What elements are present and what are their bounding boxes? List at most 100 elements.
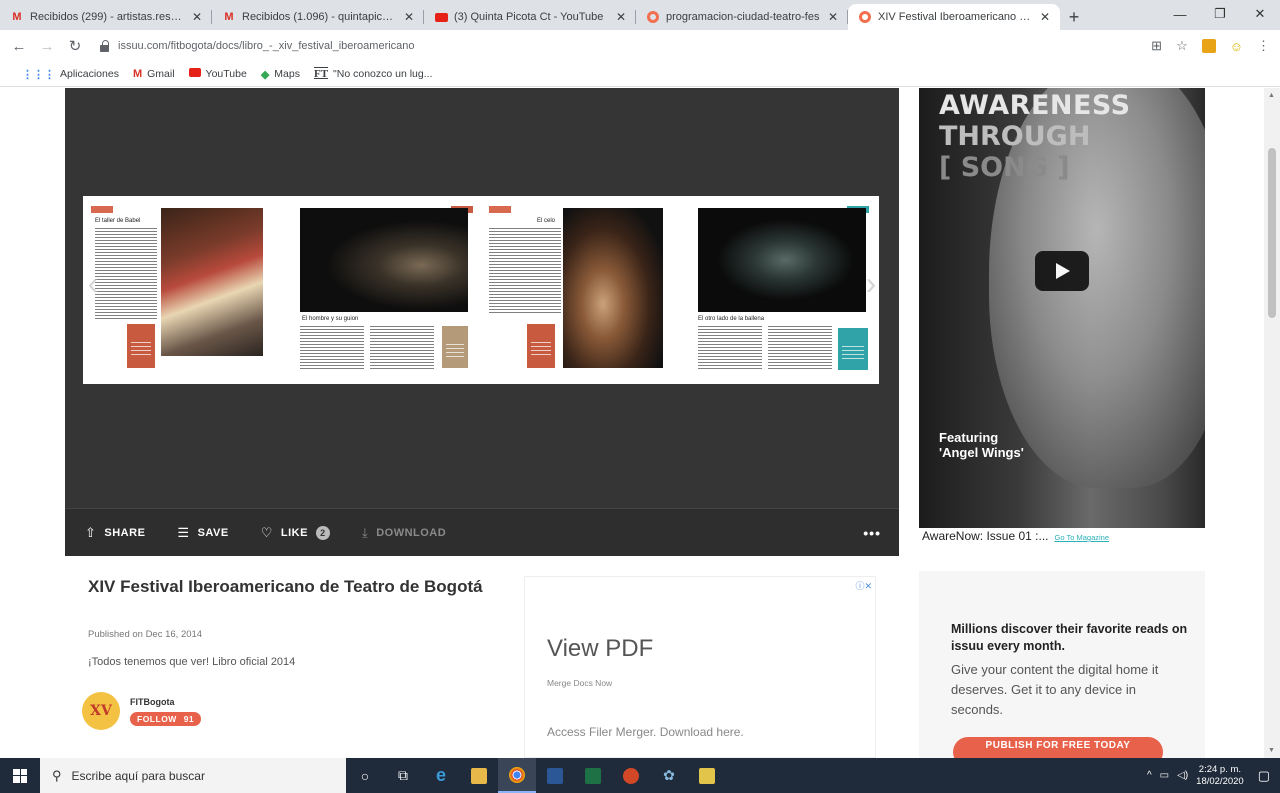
close-window-icon[interactable]: ✕ [1240,0,1280,28]
save-label: SAVE [197,526,229,539]
publish-free-button[interactable]: PUBLISH FOR FREE TODAY [953,737,1163,758]
save-button[interactable]: ☰ SAVE [177,525,228,541]
powerpoint-icon[interactable] [612,758,650,793]
bookmark-item[interactable]: ◆ Maps [261,68,300,81]
app-icon[interactable]: ✿ [650,758,688,793]
play-button-icon[interactable] [1035,251,1089,291]
scrollbar-thumb[interactable] [1268,148,1276,318]
video-headline-line3: [ SONG ] [939,152,1070,183]
previous-page-arrow[interactable]: ‹ [83,263,103,303]
bookmark-star-icon[interactable]: ☆ [1176,38,1188,54]
magazine-page: El otro lado de la ballena [680,196,879,384]
bookmark-item[interactable]: ⋮⋮⋮ Aplicaciones [22,68,119,81]
stage-photo [300,208,468,312]
reload-icon[interactable]: ↻ [66,37,84,55]
extension-icon[interactable]: ☺ [1230,39,1243,54]
start-button[interactable] [0,758,40,793]
browser-tab[interactable]: (3) Quinta Picota Ct - YouTube ✕ [424,4,636,30]
caption-title[interactable]: AwareNow: Issue 01 :... [922,529,1049,543]
restore-icon[interactable]: ❐ [1200,0,1240,28]
page-viewport: El taller de Babel El hombre y su guion … [0,88,1280,758]
maps-icon: ◆ [260,68,270,81]
excel-icon[interactable] [574,758,612,793]
toolbar-icons: ⊞ ☆ ☺ ⋮ [1151,38,1270,54]
video-ad[interactable]: AWARENESS THROUGH [ SONG ] Featuring 'An… [919,88,1205,528]
promo-heading: Millions discover their favorite reads o… [951,622,1188,653]
ad-choices-icon[interactable]: ⓘ✕ [855,579,872,592]
more-options-icon[interactable]: ••• [863,525,881,541]
magazine-page: El taller de Babel [83,196,282,384]
section-tag [91,206,113,213]
bookmarks-bar: ⋮⋮⋮ Aplicaciones M Gmail YouTube ◆ Maps … [0,62,1280,87]
close-icon[interactable]: ✕ [826,10,840,24]
ft-icon: FT [313,68,329,80]
youtube-icon [188,68,201,80]
translate-icon[interactable]: ⊞ [1151,38,1162,54]
task-view-icon[interactable]: ⧉ [384,758,422,793]
save-list-icon: ☰ [177,524,190,540]
file-explorer-icon[interactable] [460,758,498,793]
publisher-name[interactable]: FITBogota [130,697,201,707]
word-icon[interactable] [536,758,574,793]
network-icon[interactable]: ▭ [1160,770,1169,781]
browser-tab-active[interactable]: XIV Festival Iberoamericano de T ✕ [848,4,1060,30]
download-icon: ⤓ [361,524,369,540]
taskbar-clock[interactable]: 2:24 p. m. 18/02/2020 [1196,764,1244,788]
close-icon[interactable]: ✕ [1038,10,1052,24]
photos-icon[interactable] [688,758,726,793]
page-heading: El hombre y su guion [302,316,359,322]
bookmark-item[interactable]: YouTube [188,68,247,80]
share-button[interactable]: ⇧ SHARE [85,525,145,541]
lock-icon [100,40,110,52]
extension-icon[interactable] [1201,39,1216,53]
close-icon[interactable]: ✕ [402,10,416,24]
volume-icon[interactable]: ◁) [1177,770,1188,781]
scroll-up-icon[interactable]: ▲ [1268,92,1275,99]
advertisement[interactable]: ⓘ✕ View PDF Merge Docs Now Access Filer … [524,576,876,758]
next-page-arrow[interactable]: › [861,263,881,303]
close-icon[interactable]: ✕ [614,10,628,24]
menu-kebab-icon[interactable]: ⋮ [1257,38,1270,54]
taskbar-search[interactable]: ⚲ Escribe aquí para buscar [40,758,346,793]
stage-photo [161,208,263,356]
document-reader[interactable]: El taller de Babel El hombre y su guion … [65,88,899,556]
bookmark-item[interactable]: FT "No conozco un lug... [314,68,433,80]
publisher-avatar[interactable]: XV [82,692,120,730]
featured-song: 'Angel Wings' [939,445,1024,460]
bookmark-label: YouTube [205,68,247,80]
cortana-icon[interactable]: ○ [346,758,384,793]
new-tab-button[interactable]: + [1060,4,1088,30]
edge-icon[interactable]: e [422,758,460,793]
browser-tab[interactable]: M Recibidos (299) - artistas.resonan ✕ [0,4,212,30]
like-button[interactable]: ♡ LIKE 2 [261,525,330,541]
video-caption: AwareNow: Issue 01 :... Go To Magazine [922,529,1109,543]
gmail-icon: M [132,68,143,80]
chevron-up-icon[interactable]: ^ [1147,770,1152,781]
browser-tab[interactable]: M Recibidos (1.096) - quintapicota@ ✕ [212,4,424,30]
ad-body[interactable]: Access Filer Merger. Download here. [547,725,744,739]
bookmark-item[interactable]: M Gmail [133,68,175,80]
back-icon[interactable]: ← [10,38,28,55]
ad-title[interactable]: View PDF [547,635,653,663]
address-bar[interactable]: issuu.com/fitbogota/docs/libro_-_xiv_fes… [94,34,1141,58]
close-icon[interactable]: ✕ [190,10,204,24]
browser-tab[interactable]: programacion-ciudad-teatro-fes ✕ [636,4,848,30]
magazine-page: El celo [481,196,680,384]
chrome-icon[interactable] [498,758,536,793]
download-button[interactable]: ⤓ DOWNLOAD [362,525,446,541]
screen: { "browser": { "tabs": [ {"icon": "gmail… [0,0,1280,793]
notifications-icon[interactable]: ▢ [1258,768,1270,784]
forward-icon[interactable]: → [38,38,56,55]
text-column [95,228,157,320]
minimize-icon[interactable]: — [1160,0,1200,28]
clock-date: 18/02/2020 [1196,775,1244,787]
share-icon: ⇧ [85,524,97,540]
scroll-down-icon[interactable]: ▼ [1268,747,1275,754]
heart-icon: ♡ [260,524,273,540]
info-box [127,324,155,368]
tab-title: XIV Festival Iberoamericano de T [878,11,1032,23]
follow-button[interactable]: FOLLOW 91 [130,711,202,726]
page-scrollbar[interactable]: ▲ ▼ [1264,88,1280,758]
go-to-magazine-link[interactable]: Go To Magazine [1055,533,1109,542]
stage-photo [698,208,866,312]
